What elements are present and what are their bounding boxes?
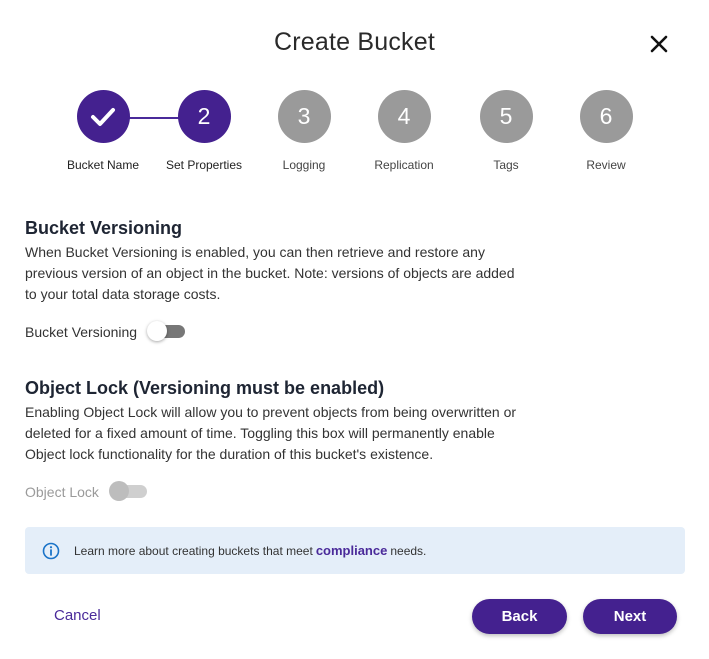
close-icon	[650, 35, 668, 53]
compliance-info-banner: Learn more about creating buckets that m…	[25, 527, 685, 574]
create-bucket-dialog: Create Bucket Bucket Name 2 Set Properti…	[0, 0, 709, 659]
step-label: Bucket Name	[66, 158, 140, 172]
step-label: Review	[586, 158, 626, 172]
step-set-properties[interactable]: 2 Set Properties	[149, 90, 259, 172]
step-bucket-name[interactable]: Bucket Name	[48, 90, 158, 172]
compliance-link[interactable]: compliance	[316, 543, 388, 558]
step-review[interactable]: 6 Review	[551, 90, 661, 172]
info-text-suffix: needs.	[390, 543, 427, 558]
object-lock-toggle-row: Object Lock	[25, 481, 149, 502]
versioning-description: When Bucket Versioning is enabled, you c…	[25, 244, 515, 302]
object-lock-title: Object Lock (Versioning must be enabled)	[25, 378, 385, 398]
dialog-title: Create Bucket	[273, 28, 435, 56]
versioning-title: Bucket Versioning	[25, 218, 183, 238]
step-number: 5	[479, 90, 533, 143]
step-circle-completed	[76, 90, 130, 143]
step-logging[interactable]: 3 Logging	[249, 90, 359, 172]
step-number: 4	[377, 90, 431, 143]
object-lock-description: Enabling Object Lock will allow you to p…	[25, 404, 517, 462]
versioning-toggle-row: Bucket Versioning	[25, 321, 187, 342]
versioning-toggle-label: Bucket Versioning	[25, 324, 138, 340]
toggle-knob	[108, 481, 129, 501]
step-number: 2	[177, 90, 231, 143]
close-button[interactable]	[646, 31, 672, 57]
check-icon	[91, 107, 115, 126]
step-number: 6	[579, 90, 633, 143]
info-icon	[42, 542, 60, 559]
step-label: Replication	[374, 158, 434, 172]
step-label: Tags	[493, 158, 519, 172]
step-tags[interactable]: 5 Tags	[451, 90, 561, 172]
object-lock-toggle-label: Object Lock	[25, 484, 99, 500]
cancel-button[interactable]: Cancel	[54, 607, 101, 624]
back-button[interactable]: Back	[472, 599, 567, 634]
object-lock-toggle[interactable]	[108, 481, 149, 502]
next-button[interactable]: Next	[583, 599, 677, 634]
step-label: Logging	[282, 158, 326, 172]
toggle-knob	[147, 321, 168, 341]
step-replication[interactable]: 4 Replication	[349, 90, 459, 172]
info-text-prefix: Learn more about creating buckets that m…	[74, 543, 313, 558]
versioning-toggle[interactable]	[147, 321, 187, 342]
step-number: 3	[277, 90, 331, 143]
step-label: Set Properties	[165, 158, 243, 172]
